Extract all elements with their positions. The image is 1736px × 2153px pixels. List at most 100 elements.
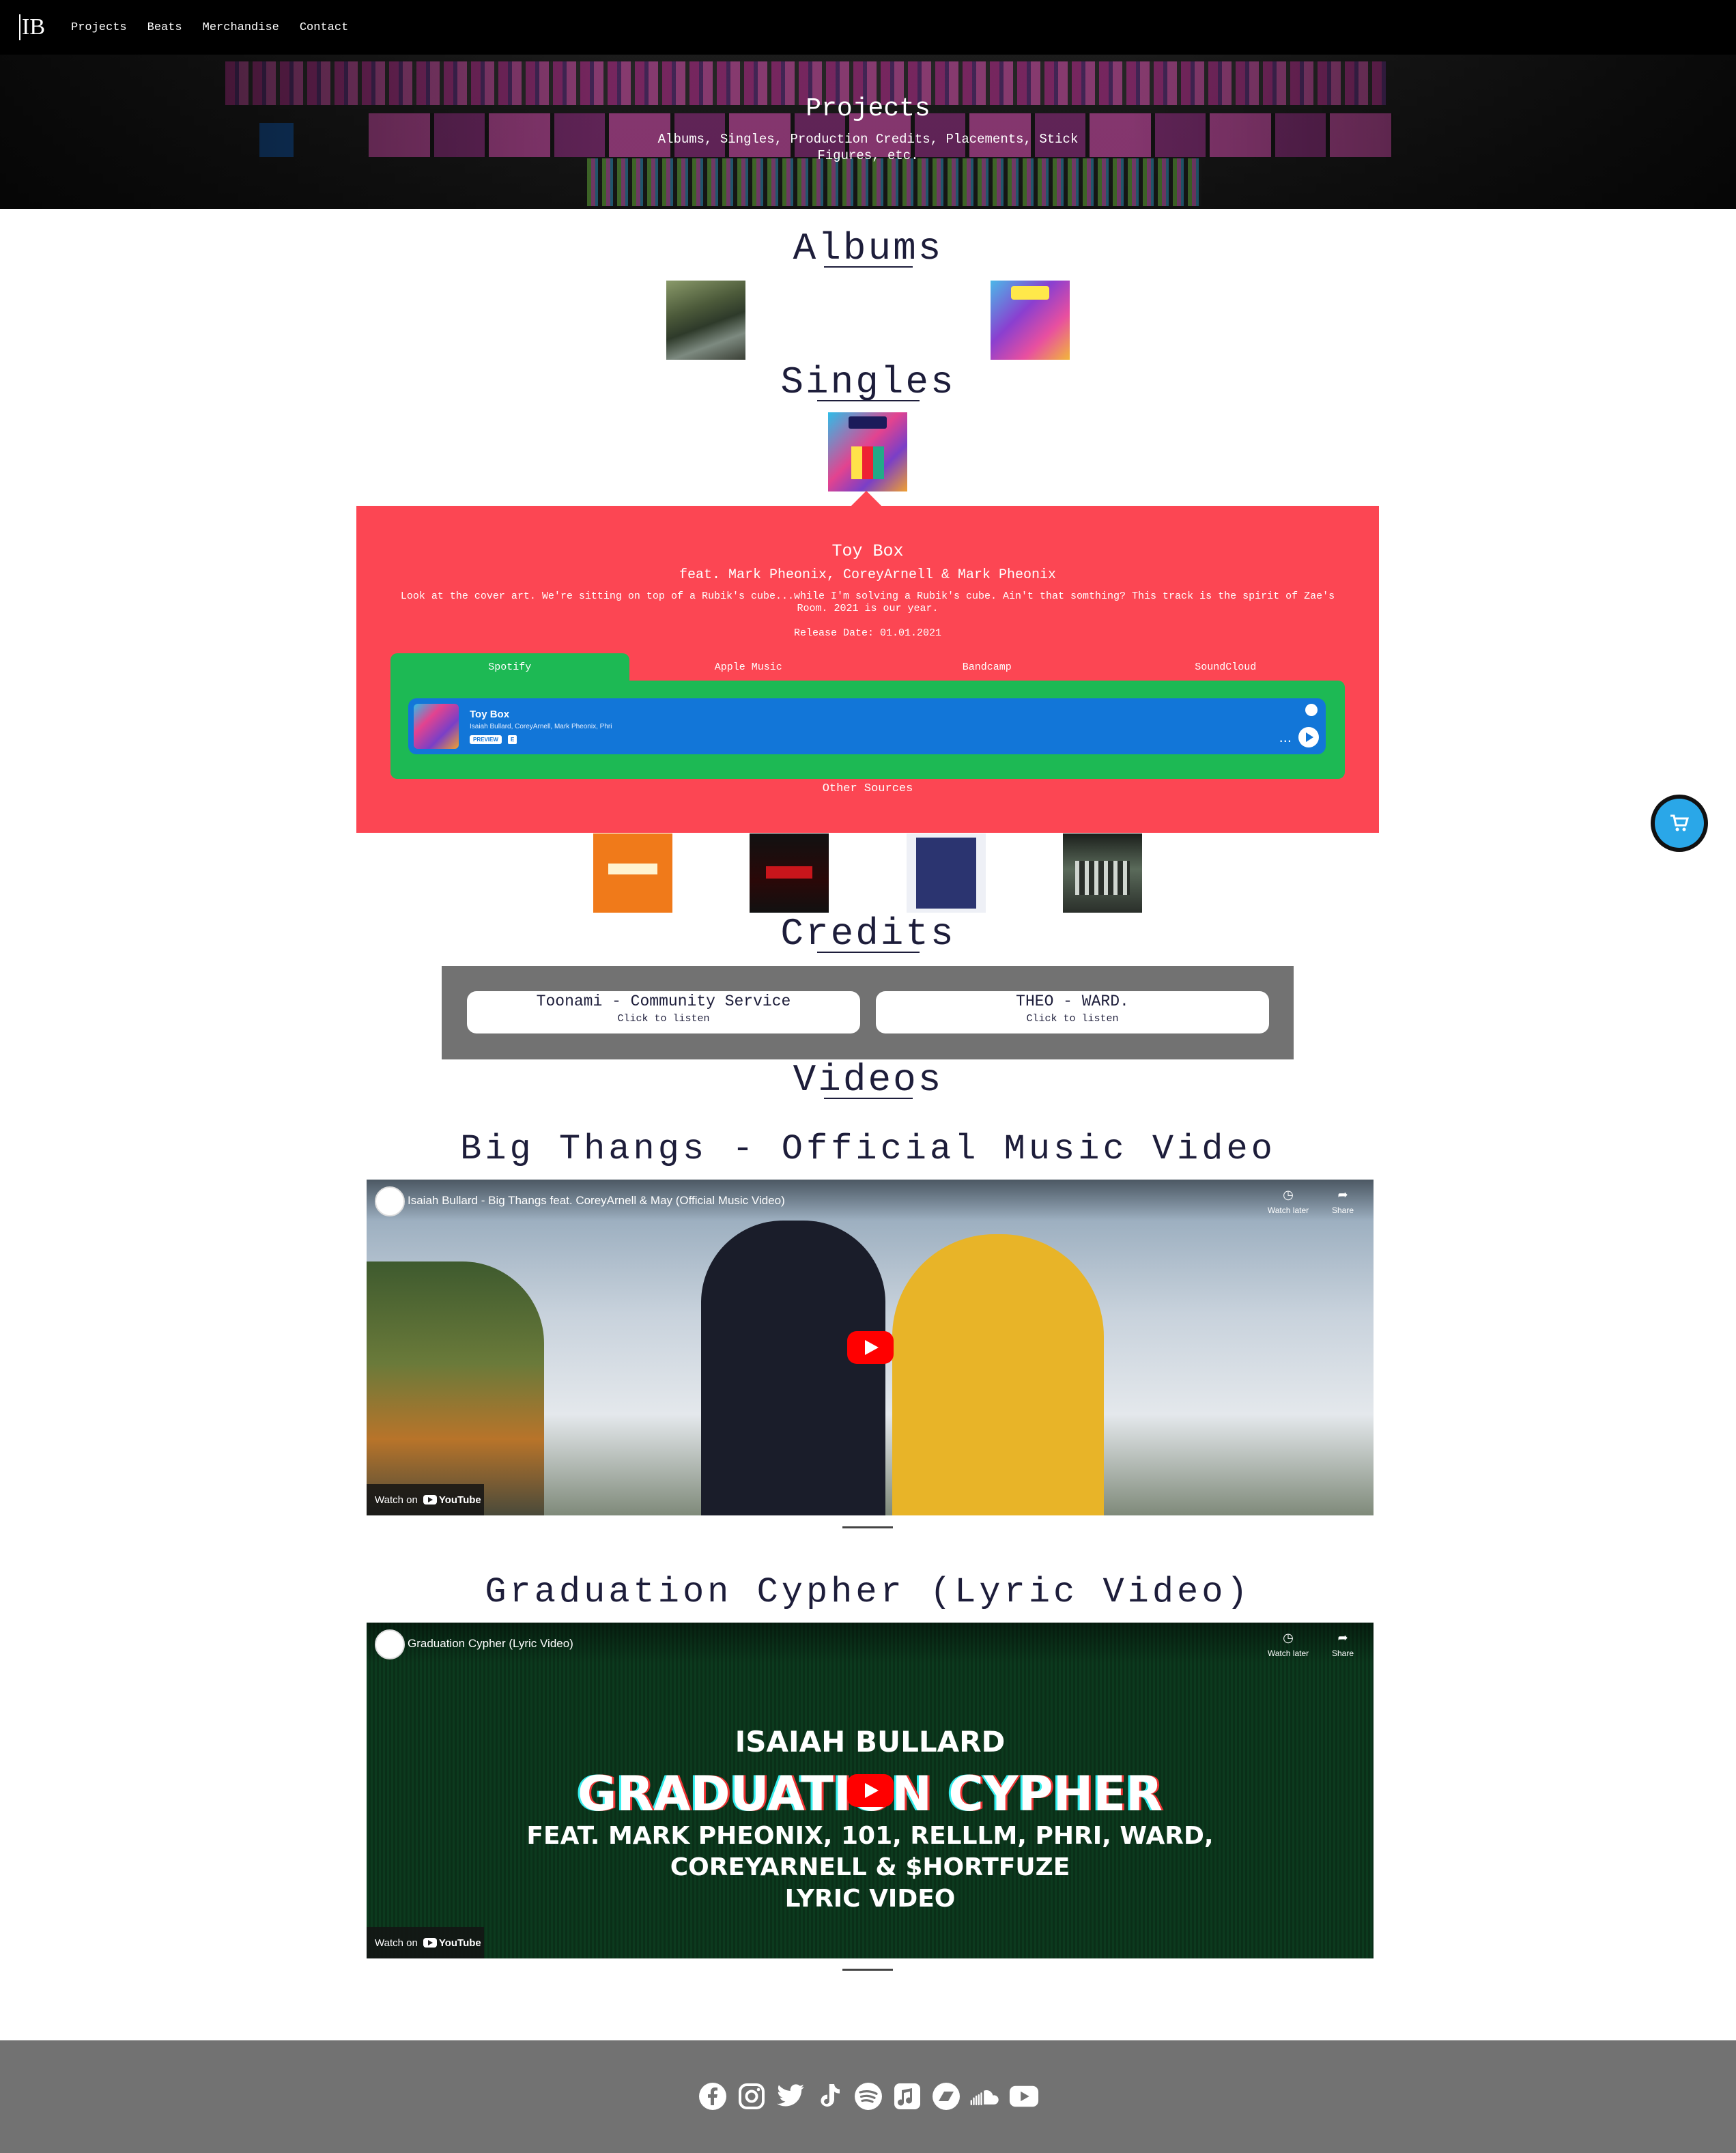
album-cover-zaes-room[interactable] <box>991 281 1070 360</box>
single-featuring: feat. Mark Pheonix, CoreyArnell & Mark P… <box>679 567 1057 583</box>
twitter-icon[interactable] <box>775 2081 806 2111</box>
credit-card-toonami[interactable]: Toonami - Community Service Click to lis… <box>467 991 860 1033</box>
nav-link-contact[interactable]: Contact <box>300 21 348 34</box>
thumb-line-lyric: LYRIC VIDEO <box>784 1885 956 1913</box>
rubiks-cube-graphic <box>851 446 884 479</box>
credit-card-theo[interactable]: THEO - WARD. Click to listen <box>876 991 1269 1033</box>
site-footer <box>0 2040 1736 2153</box>
cover-title-block <box>608 864 657 874</box>
single-cover-big-thangs[interactable] <box>750 833 829 913</box>
video-person-yellow-hoodie <box>892 1234 1104 1515</box>
share-icon: ➦ <box>1337 1631 1348 1644</box>
spotify-icon[interactable] <box>853 2081 883 2111</box>
clock-icon: ◷ <box>1283 1188 1294 1201</box>
bandcamp-icon[interactable] <box>931 2081 961 2111</box>
top-navbar: IB Projects Beats Merchandise Contact <box>0 0 1736 55</box>
share-button[interactable]: ➦ Share <box>1326 1631 1360 1658</box>
single-cover-graduation-cypher[interactable] <box>907 833 986 913</box>
spotify-logo-icon[interactable] <box>1305 704 1318 716</box>
tab-spotify[interactable]: Spotify <box>390 653 629 681</box>
youtube-logo: YouTube <box>423 1937 481 1949</box>
youtube-play-button[interactable] <box>846 1774 894 1807</box>
watch-later-button[interactable]: ◷ Watch later <box>1264 1631 1312 1658</box>
social-icons <box>0 2081 1736 2111</box>
youtube-play-button[interactable] <box>846 1331 894 1364</box>
player-preview-badge: PREVIEW <box>470 735 502 744</box>
soundcloud-icon[interactable] <box>970 2081 1000 2111</box>
tab-soundcloud[interactable]: SoundCloud <box>1107 653 1346 681</box>
streaming-tabs: Spotify Apple Music Bandcamp SoundCloud <box>390 653 1345 681</box>
watch-on-label: Watch on <box>375 1494 418 1506</box>
channel-avatar[interactable] <box>375 1186 405 1216</box>
instagram-icon[interactable] <box>737 2081 767 2111</box>
credit-action[interactable]: Click to listen <box>467 1013 860 1025</box>
apple-music-icon[interactable] <box>892 2081 922 2111</box>
floating-cart-button[interactable] <box>1651 795 1708 852</box>
singles-heading-text: Singles <box>780 360 956 404</box>
nav-link-merchandise[interactable]: Merchandise <box>203 21 279 34</box>
youtube-icon <box>423 1938 437 1948</box>
youtube-embed-graduation-cypher[interactable]: ISAIAH BULLARD GRADUATION CYPHER FEAT. M… <box>367 1623 1374 1958</box>
shopping-cart-icon <box>1670 814 1690 831</box>
tab-apple-music[interactable]: Apple Music <box>629 653 868 681</box>
channel-avatar[interactable] <box>375 1629 405 1659</box>
clock-icon: ◷ <box>1283 1631 1294 1644</box>
cart-button-inner <box>1655 799 1704 848</box>
facebook-icon[interactable] <box>698 2081 728 2111</box>
share-icon: ➦ <box>1337 1188 1348 1201</box>
credits-heading: Credits <box>0 912 1736 956</box>
video-divider <box>842 1526 893 1528</box>
singles-heading: Singles <box>0 360 1736 404</box>
single-cover-fast-lane[interactable] <box>593 833 672 913</box>
youtube-icon <box>423 1495 437 1505</box>
tiktok-icon[interactable] <box>814 2081 844 2111</box>
single-title: Toy Box <box>831 541 904 561</box>
single-cover-toy-box[interactable] <box>828 412 907 491</box>
nav-link-beats[interactable]: Beats <box>147 21 182 34</box>
more-options-icon[interactable]: ... <box>1279 728 1292 746</box>
tab-bandcamp[interactable]: Bandcamp <box>868 653 1107 681</box>
video-embed-title[interactable]: Isaiah Bullard - Big Thangs feat. CoreyA… <box>408 1194 785 1208</box>
youtube-logo: YouTube <box>423 1494 481 1506</box>
site-logo[interactable]: IB <box>19 14 46 40</box>
youtube-label: YouTube <box>438 1937 481 1949</box>
album-cover-river[interactable] <box>666 281 745 360</box>
player-track-name[interactable]: Toy Box <box>470 709 509 720</box>
single-cover-building[interactable] <box>1063 833 1142 913</box>
share-label: Share <box>1331 1206 1354 1215</box>
play-button[interactable] <box>1298 727 1319 747</box>
cover-shirt-graphic <box>916 838 976 909</box>
nav-link-projects[interactable]: Projects <box>71 21 127 34</box>
share-button[interactable]: ➦ Share <box>1326 1188 1360 1215</box>
credit-action[interactable]: Click to listen <box>876 1013 1269 1025</box>
player-cover-art <box>414 704 459 749</box>
video-embed-title[interactable]: Graduation Cypher (Lyric Video) <box>408 1637 573 1651</box>
credit-title: Toonami - Community Service <box>536 993 791 1010</box>
share-label: Share <box>1331 1649 1354 1658</box>
video-heading-big-thangs: Big Thangs - Official Music Video <box>460 1129 1276 1169</box>
albums-heading: Albums <box>0 227 1736 270</box>
watch-later-label: Watch later <box>1267 1649 1309 1658</box>
albums-heading-text: Albums <box>793 227 943 270</box>
watch-on-youtube-button[interactable]: Watch on YouTube <box>367 1484 484 1515</box>
watch-later-label: Watch later <box>1267 1206 1309 1215</box>
videos-underline <box>823 1098 913 1099</box>
watch-later-button[interactable]: ◷ Watch later <box>1264 1188 1312 1215</box>
thumb-line-feat: FEAT. MARK PHEONIX, 101, RELLLM, PHRI, W… <box>526 1822 1214 1850</box>
panel-pointer <box>851 491 881 506</box>
video-divider <box>842 1969 893 1971</box>
videos-heading-text: Videos <box>793 1058 943 1102</box>
video-heading-graduation-cypher: Graduation Cypher (Lyric Video) <box>485 1572 1251 1612</box>
hero-title: Projects <box>806 94 930 124</box>
credits-heading-text: Credits <box>780 912 956 956</box>
player-artists[interactable]: Isaiah Bullard, CoreyArnell, Mark Pheoni… <box>470 723 612 730</box>
youtube-icon[interactable] <box>1009 2081 1039 2111</box>
albums-underline <box>823 266 913 268</box>
single-release-date: Release Date: 01.01.2021 <box>793 627 942 639</box>
youtube-embed-big-thangs[interactable]: Isaiah Bullard - Big Thangs feat. CoreyA… <box>367 1180 1374 1515</box>
watch-on-youtube-button[interactable]: Watch on YouTube <box>367 1927 484 1958</box>
spotify-player[interactable]: Toy Box Isaiah Bullard, CoreyArnell, Mar… <box>408 698 1326 754</box>
hero-subtitle: Albums, Singles, Production Credits, Pla… <box>657 132 1079 163</box>
other-sources-link[interactable]: Other Sources <box>356 782 1379 795</box>
singles-underline <box>816 400 920 401</box>
